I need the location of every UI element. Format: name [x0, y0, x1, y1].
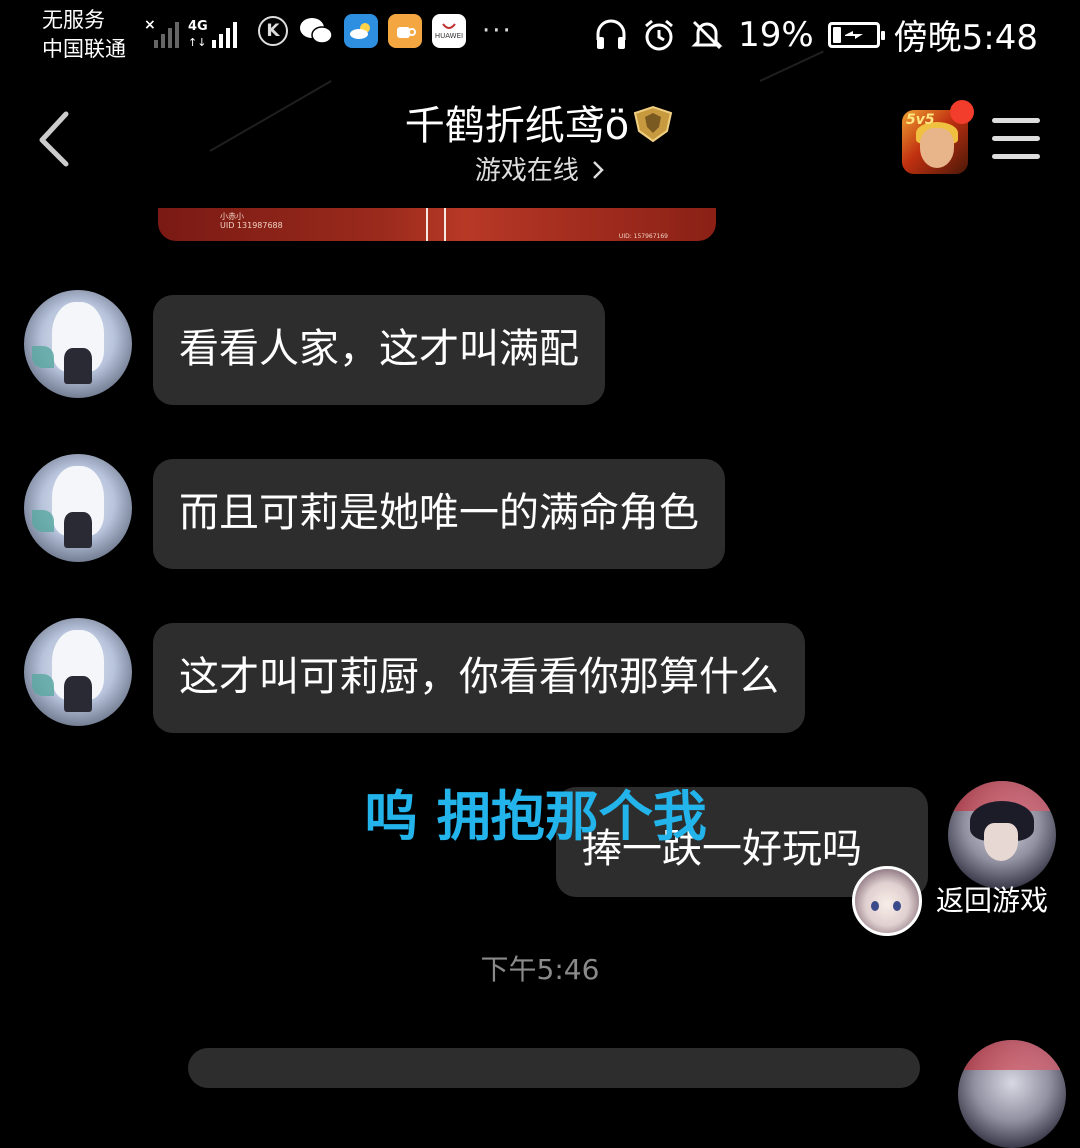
floating-lyric: 呜 拥抱那个我 [364, 785, 707, 848]
return-game-avatar[interactable] [852, 866, 922, 936]
my-avatar[interactable] [958, 1040, 1066, 1148]
notification-icons: K HUAWEI ··· [258, 14, 513, 48]
wechat-icon [300, 18, 333, 44]
message-bubble[interactable]: 看看人家，这才叫满配 [153, 295, 605, 405]
battery-fill [832, 26, 842, 43]
mute-bell-icon [691, 20, 723, 49]
carrier-info: 无服务 中国联通 [42, 6, 126, 64]
message-bubble[interactable]: 这才叫可莉厨，你看看你那算什么 [153, 623, 805, 733]
image-text-uid: UID 131987688 [220, 221, 283, 230]
contact-avatar[interactable] [24, 618, 132, 726]
x-signal-icon: × 4G ↑↓ [144, 16, 254, 56]
battery-icon [827, 21, 885, 48]
message-text: 这才叫可莉厨，你看看你那算什么 [179, 654, 779, 700]
alarm-icon [645, 19, 674, 50]
headphones-icon [596, 19, 626, 49]
message-timestamp: 下午5:46 [480, 953, 600, 986]
carrier-name: 中国联通 [42, 37, 126, 61]
clock: 傍晚5:48 [893, 18, 1038, 58]
tea-app-icon [388, 14, 422, 48]
message-text: 看看人家，这才叫满配 [179, 326, 579, 372]
k-app-icon: K [258, 16, 288, 46]
more-notifications: ··· [482, 16, 513, 46]
notification-dot [950, 100, 974, 124]
huawei-label: HUAWEI [434, 32, 464, 40]
menu-icon[interactable] [992, 118, 1040, 162]
online-status-text: 游戏在线 [474, 156, 579, 186]
weather-icon [344, 14, 378, 48]
network-type: 4G [188, 19, 208, 34]
image-text-uid2: UID: 157967169 [618, 233, 668, 240]
shared-image[interactable]: 小赤小 UID 131987688 UID: 157967169 [158, 208, 716, 241]
contact-name: 千鹤折纸鸢ö [404, 103, 630, 149]
message-bubble[interactable]: 而且可莉是她唯一的满命角色 [153, 459, 725, 569]
contact-avatar[interactable] [24, 454, 132, 562]
battery-percent: 19% [738, 14, 814, 55]
huawei-appgallery-icon: HUAWEI [432, 14, 466, 48]
return-to-game-button[interactable]: 返回游戏 [936, 882, 1048, 920]
carrier-status: 无服务 [42, 8, 105, 32]
gold-badge-icon [634, 105, 673, 143]
contact-avatar[interactable] [24, 290, 132, 398]
chevron-right-icon [593, 161, 604, 179]
message-bubble[interactable] [188, 1048, 920, 1088]
game-icon-label: 5v5 [906, 112, 935, 128]
status-right: 19% 傍晚5:48 [594, 10, 1038, 59]
game-icon-face [920, 128, 954, 168]
svg-text:↑↓: ↑↓ [188, 36, 206, 49]
my-avatar[interactable] [948, 781, 1056, 889]
image-figure [426, 208, 446, 241]
svg-text:×: × [144, 17, 156, 33]
message-text: 而且可莉是她唯一的满命角色 [179, 490, 699, 536]
